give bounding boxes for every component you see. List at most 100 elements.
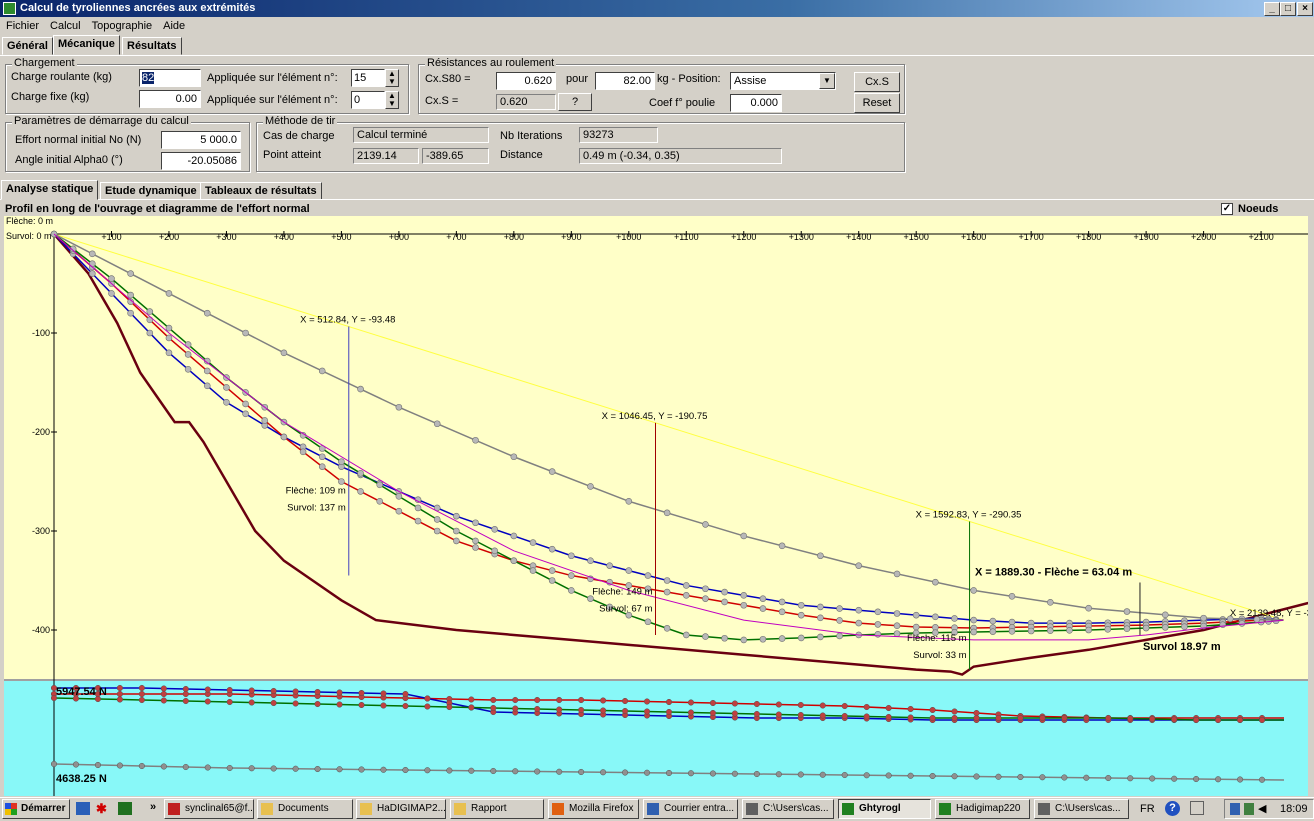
tab-etude-dynamique[interactable]: Etude dynamique — [100, 182, 202, 200]
effort-node — [556, 768, 563, 775]
effort-node — [819, 771, 826, 778]
taskbar-item[interactable]: Hadigimap220 — [935, 799, 1030, 819]
effort-node — [1237, 716, 1244, 724]
taskbar-item[interactable]: synclinal65@f... — [164, 799, 254, 819]
taskbar-item[interactable]: Mozilla Firefox — [548, 799, 639, 819]
effort-node — [600, 697, 607, 704]
menu-fichier[interactable]: Fichier — [6, 20, 39, 32]
security-icon[interactable] — [1244, 803, 1254, 815]
effort-node — [94, 761, 101, 769]
cable-node — [587, 557, 594, 565]
fleche-0-label: Flèche: 0 m — [6, 216, 54, 226]
help-button[interactable]: ? — [558, 93, 592, 111]
cable-node — [682, 631, 690, 639]
effort-node — [973, 773, 980, 780]
effort-node — [380, 702, 387, 709]
tab-mecanique[interactable]: Mécanique — [53, 35, 120, 55]
effort-node — [1237, 776, 1244, 783]
sun-icon[interactable]: ✱ — [96, 801, 110, 816]
lang-indicator[interactable]: FR — [1140, 803, 1155, 815]
minimize-button[interactable]: _ — [1264, 2, 1280, 16]
cable-node — [223, 399, 230, 406]
effort-node — [841, 702, 848, 710]
effort-node — [1017, 773, 1024, 781]
effort-node — [1061, 714, 1068, 722]
appliquee-label-1: Appliquée sur l'élément n°: — [207, 72, 338, 84]
x-tick-label: +2100 — [1248, 232, 1273, 242]
element-1-spinner[interactable]: ▲ ▼ — [385, 69, 399, 87]
effort-node — [885, 704, 892, 712]
effort-node — [226, 698, 233, 706]
desktop-icon[interactable] — [76, 802, 90, 815]
help-icon[interactable]: ? — [1165, 801, 1180, 816]
annotation-label: X = 1046.45, Y = -190.75 — [602, 411, 708, 422]
x-tick-label: +1400 — [846, 232, 871, 242]
coef-input[interactable]: 0.000 — [730, 94, 782, 112]
survol-0-label: Survol: 0 m — [6, 231, 52, 241]
chevron-icon[interactable]: » — [150, 801, 156, 813]
point-label: Point atteint — [263, 149, 322, 161]
taskbar-item[interactable]: Ghtyrogl — [838, 799, 931, 819]
nb-label: Nb Iterations — [500, 130, 563, 142]
taskbar-item[interactable]: Rapport — [450, 799, 544, 819]
effort-node — [578, 768, 585, 776]
angle-input[interactable]: -20.05086 — [161, 152, 241, 170]
tab-analyse-statique[interactable]: Analyse statique — [1, 180, 99, 200]
y-tick-label: -200 — [32, 427, 50, 437]
profile-chart[interactable]: +100 +200 +300 +400 +500 +600 +700 +800 +900 +100… — [4, 216, 1308, 796]
tab-general[interactable]: Général — [2, 37, 53, 55]
x-tick-label: +1900 — [1133, 232, 1158, 242]
cable-node — [395, 493, 403, 500]
effort-node — [556, 696, 563, 704]
effort-node — [116, 690, 123, 698]
taskbar-item[interactable]: Documents — [257, 799, 353, 819]
effort-node — [841, 712, 848, 720]
charge-roulante-input[interactable]: 82 — [139, 69, 201, 87]
cable-node — [510, 532, 518, 540]
cxs80-input[interactable]: 0.620 — [496, 72, 556, 90]
effort-node — [929, 706, 936, 714]
element-1-input[interactable]: 15 — [351, 69, 385, 87]
effort-node — [424, 767, 431, 774]
annotation-label: X = 1889.30 - Flèche = 63.04 m — [975, 567, 1132, 579]
taskbar-item[interactable]: C:\Users\cas... — [742, 799, 834, 819]
taskbar-item[interactable]: HaDIGIMAP2... — [356, 799, 446, 819]
tab-tableaux[interactable]: Tableaux de résultats — [200, 182, 322, 200]
effort-node — [358, 766, 365, 773]
element-2-input[interactable]: 0 — [351, 91, 385, 109]
noeuds-checkbox[interactable]: ✓ — [1221, 203, 1233, 215]
maximize-button[interactable]: □ — [1280, 2, 1296, 16]
effort-input[interactable]: 5 000.0 — [161, 131, 241, 149]
charge-fixe-input[interactable]: 0.00 — [139, 90, 201, 108]
cable-node — [721, 588, 728, 596]
taskbar-item[interactable]: Courrier entra... — [643, 799, 738, 819]
cable-node — [203, 382, 211, 390]
menu-calcul[interactable]: Calcul — [50, 20, 81, 32]
cable-node — [702, 521, 709, 528]
element-2-spinner[interactable]: ▲ ▼ — [385, 91, 399, 109]
pour-input[interactable]: 82.00 — [595, 72, 655, 90]
close-button[interactable]: × — [1297, 2, 1313, 16]
cable-node — [203, 309, 211, 317]
point-x: 2139.14 — [353, 148, 419, 164]
tab-resultats[interactable]: Résultats — [122, 37, 182, 55]
network-icon[interactable] — [1230, 803, 1240, 815]
x-tick-label: +1000 — [616, 232, 641, 242]
cable-node — [855, 562, 863, 569]
cxs-value: 0.620 — [496, 94, 556, 110]
cable-node — [548, 468, 556, 475]
terminal-icon[interactable] — [118, 802, 132, 815]
reset-button[interactable]: Reset — [854, 93, 900, 113]
menu-topographie[interactable]: Topographie — [92, 20, 153, 32]
cxs-button[interactable]: Cx.S — [854, 72, 900, 92]
tray-expand-icon[interactable] — [1190, 801, 1204, 815]
volume-icon[interactable]: ◀ — [1258, 802, 1270, 815]
chevron-down-icon[interactable]: ▼ — [819, 73, 835, 89]
kg-position-label: kg - Position: — [657, 73, 721, 85]
effort-node — [819, 702, 826, 709]
taskbar-item[interactable]: C:\Users\cas... — [1034, 799, 1129, 819]
menu-aide[interactable]: Aide — [163, 20, 185, 32]
x-tick-label: +1300 — [789, 232, 814, 242]
effort-node — [248, 699, 255, 706]
effort-node — [138, 696, 145, 704]
